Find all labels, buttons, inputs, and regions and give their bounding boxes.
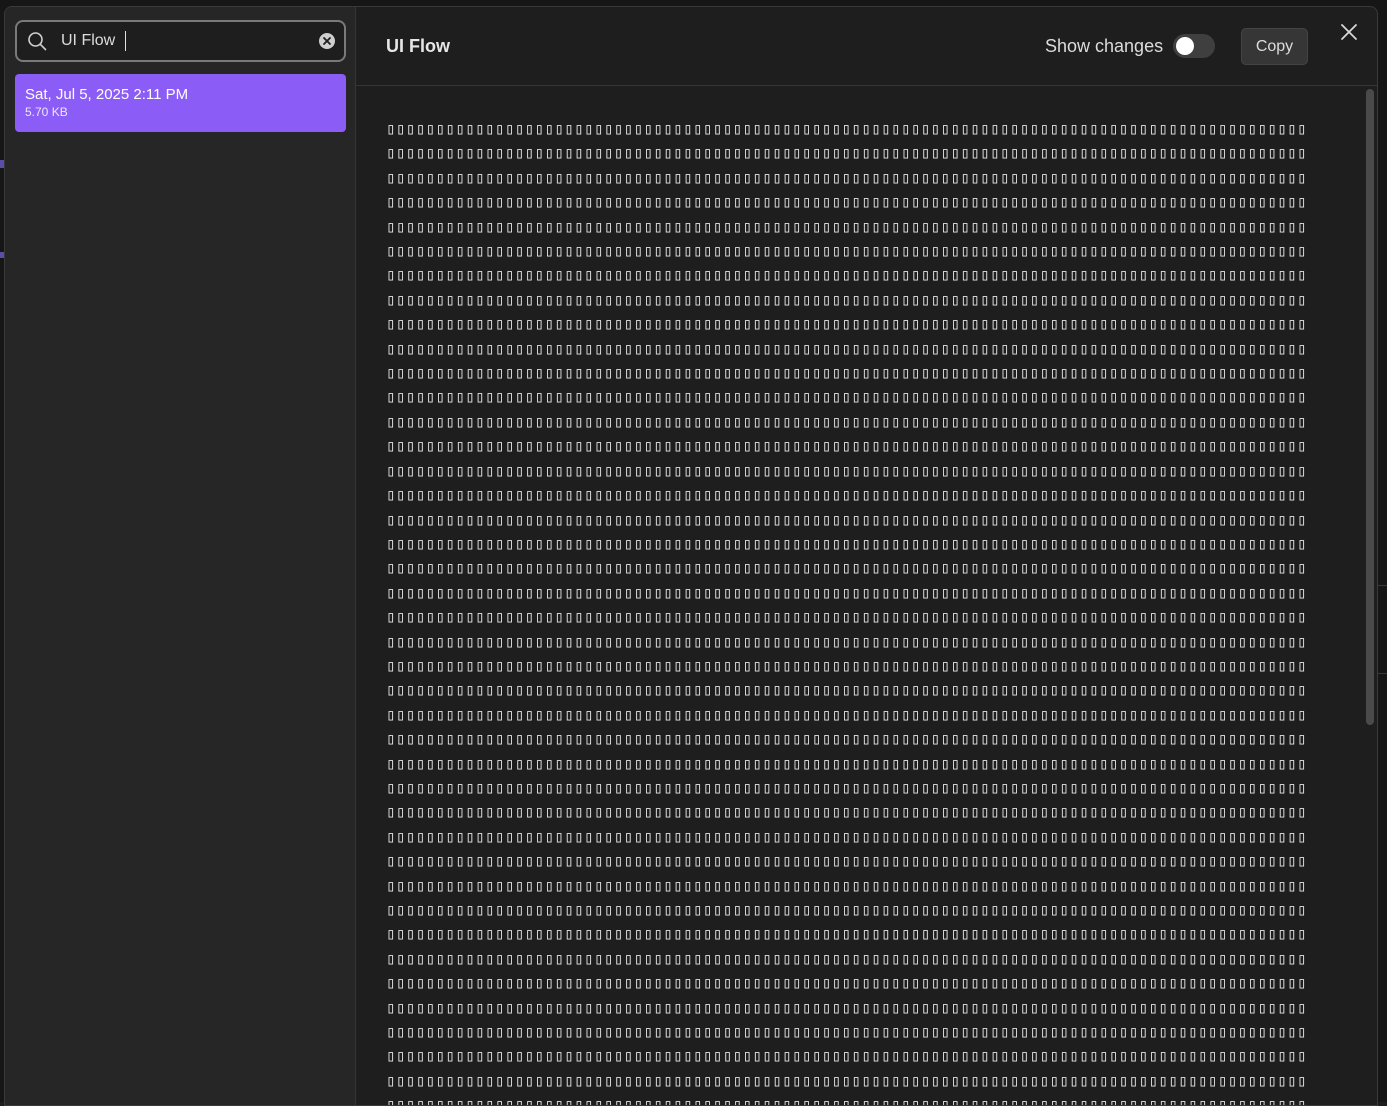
search-icon xyxy=(28,32,47,51)
document-text: ▯▯▯▯▯▯▯▯▯▯▯▯▯▯▯▯▯▯▯▯▯▯▯▯▯▯▯▯▯▯▯▯▯▯▯▯▯▯▯▯… xyxy=(386,119,1307,1106)
search-input[interactable] xyxy=(61,30,301,52)
close-icon[interactable] xyxy=(1339,22,1359,42)
history-item-date: Sat, Jul 5, 2025 2:11 PM xyxy=(25,86,189,103)
viewer-header: UI Flow Show changes Copy xyxy=(356,7,1377,86)
backdrop-divider xyxy=(1377,585,1387,586)
search-box[interactable] xyxy=(15,20,346,62)
show-changes-toggle[interactable] xyxy=(1173,34,1215,58)
scrollbar-thumb[interactable] xyxy=(1366,89,1374,725)
history-item-size: 5.70 KB xyxy=(25,105,68,119)
copy-button[interactable]: Copy xyxy=(1241,28,1308,65)
history-modal: Sat, Jul 5, 2025 2:11 PM 5.70 KB UI Flow… xyxy=(4,6,1378,1106)
scrollbar-track[interactable] xyxy=(1364,89,1374,1105)
backdrop-divider xyxy=(1377,673,1387,674)
document-content[interactable]: ▯▯▯▯▯▯▯▯▯▯▯▯▯▯▯▯▯▯▯▯▯▯▯▯▯▯▯▯▯▯▯▯▯▯▯▯▯▯▯▯… xyxy=(356,86,1377,1106)
document-viewer: UI Flow Show changes Copy ▯▯▯▯▯▯▯▯▯▯▯▯▯▯… xyxy=(356,7,1377,1106)
show-changes-label: Show changes xyxy=(1045,36,1164,56)
clear-search-icon[interactable] xyxy=(318,32,336,50)
toggle-knob xyxy=(1176,37,1194,55)
document-title: UI Flow xyxy=(386,36,450,56)
history-item-selected[interactable]: Sat, Jul 5, 2025 2:11 PM 5.70 KB xyxy=(15,74,346,132)
text-caret xyxy=(125,31,126,51)
history-sidebar: Sat, Jul 5, 2025 2:11 PM 5.70 KB xyxy=(5,7,356,1105)
